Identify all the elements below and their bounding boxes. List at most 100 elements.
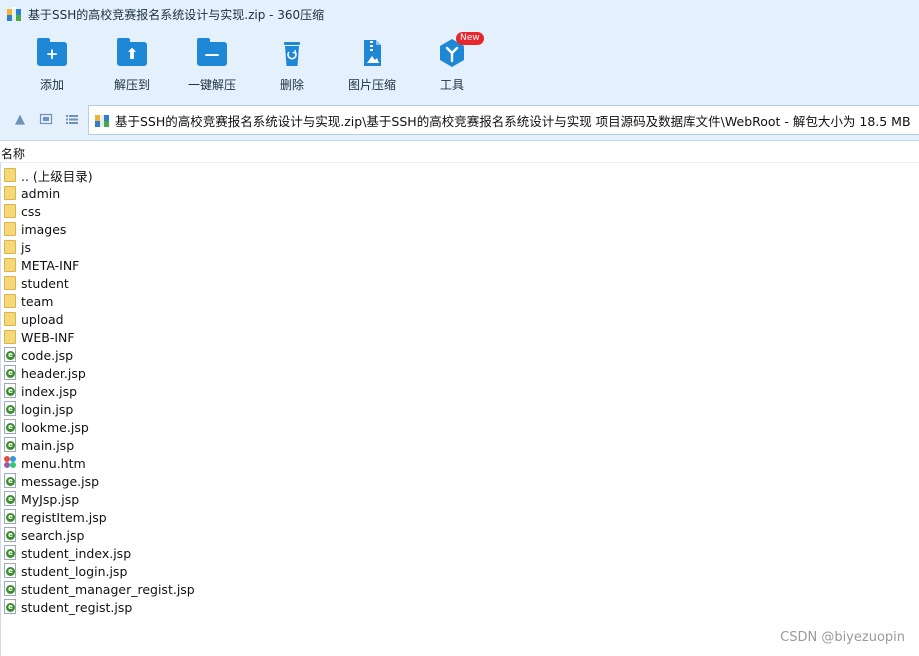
- zip-archive-icon: [94, 112, 110, 128]
- list-item[interactable]: admin: [3, 184, 603, 202]
- file-name: index.jsp: [21, 383, 78, 399]
- list-item[interactable]: e message.jsp: [3, 472, 603, 490]
- name-column-label: 名称: [1, 147, 26, 161]
- add-button-label: 添加: [39, 78, 64, 92]
- file-name: MyJsp.jsp: [21, 491, 80, 507]
- list-item[interactable]: e code.jsp: [3, 346, 603, 364]
- jsp-file-icon: e: [3, 581, 17, 597]
- one-click-extract-icon: —: [195, 36, 229, 70]
- file-name: META-INF: [21, 257, 80, 273]
- jsp-file-icon: e: [3, 437, 17, 453]
- tools-icon: New: [435, 32, 484, 70]
- file-name: menu.htm: [21, 455, 86, 471]
- file-name: student: [21, 275, 69, 291]
- jsp-file-icon: e: [3, 401, 17, 417]
- jsp-file-icon: e: [3, 509, 17, 525]
- folder-icon: [3, 239, 17, 255]
- file-name: login.jsp: [21, 401, 74, 417]
- folder-icon: [3, 185, 17, 201]
- list-item[interactable]: student: [3, 274, 603, 292]
- add-button[interactable]: + 添加: [17, 36, 87, 96]
- list-item[interactable]: e student_login.jsp: [3, 562, 603, 580]
- new-badge: New: [456, 32, 484, 45]
- jsp-file-icon: e: [3, 419, 17, 435]
- jsp-file-icon: e: [3, 563, 17, 579]
- image-compress-button[interactable]: 图片压缩: [337, 36, 407, 96]
- list-item[interactable]: e header.jsp: [3, 364, 603, 382]
- file-name: student_regist.jsp: [21, 599, 133, 615]
- file-name: js: [21, 239, 31, 255]
- file-name: admin: [21, 185, 61, 201]
- title-bar[interactable]: 基于SSH的高校竞赛报名系统设计与实现.zip - 360压缩: [0, 0, 919, 28]
- name-column-header[interactable]: 名称: [0, 142, 919, 163]
- extract-to-icon: ⬆: [115, 36, 149, 70]
- folder-icon: [3, 203, 17, 219]
- image-compress-icon: [355, 36, 389, 70]
- file-name: main.jsp: [21, 437, 75, 453]
- file-name: WEB-INF: [21, 329, 75, 345]
- file-name: css: [21, 203, 41, 219]
- list-item[interactable]: images: [3, 220, 603, 238]
- list-item[interactable]: e registItem.jsp: [3, 508, 603, 526]
- toolbar: + 添加 ⬆ 解压到 — 一键解压 删除 图片压缩 New 工具: [0, 28, 919, 100]
- file-name: student_manager_regist.jsp: [21, 581, 195, 597]
- list-item[interactable]: META-INF: [3, 256, 603, 274]
- folder-icon: [3, 221, 17, 237]
- list-item[interactable]: e index.jsp: [3, 382, 603, 400]
- list-item[interactable]: e search.jsp: [3, 526, 603, 544]
- folder-icon: [3, 257, 17, 273]
- extract-to-button[interactable]: ⬆ 解压到: [97, 36, 167, 96]
- list-item[interactable]: e lookme.jsp: [3, 418, 603, 436]
- list-item[interactable]: e MyJsp.jsp: [3, 490, 603, 508]
- file-name: upload: [21, 311, 64, 327]
- file-name: registItem.jsp: [21, 509, 107, 525]
- list-item[interactable]: e login.jsp: [3, 400, 603, 418]
- list-item[interactable]: js: [3, 238, 603, 256]
- address-bar: ▲ 基于SSH的高校竞赛报名系统设计与实现.zip\基于SSH的高校竞赛报名系统…: [0, 100, 919, 141]
- file-name: header.jsp: [21, 365, 86, 381]
- list-item[interactable]: WEB-INF: [3, 328, 603, 346]
- thumbnail-view-icon[interactable]: [38, 112, 54, 128]
- file-name: student_login.jsp: [21, 563, 128, 579]
- folder-icon: [3, 329, 17, 345]
- watermark: CSDN @biyezuopin: [780, 630, 905, 645]
- delete-button-label: 删除: [279, 78, 304, 92]
- list-item[interactable]: e student_regist.jsp: [3, 598, 603, 616]
- folder-icon: [3, 275, 17, 291]
- jsp-file-icon: e: [3, 365, 17, 381]
- extract-to-button-label: 解压到: [113, 78, 150, 92]
- list-item[interactable]: team: [3, 292, 603, 310]
- folder-icon: [3, 293, 17, 309]
- delete-button[interactable]: 删除: [257, 36, 327, 96]
- file-name: message.jsp: [21, 473, 100, 489]
- jsp-file-icon: e: [3, 383, 17, 399]
- html-file-icon: [3, 455, 17, 471]
- file-name: lookme.jsp: [21, 419, 89, 435]
- jsp-file-icon: e: [3, 491, 17, 507]
- folder-icon: [3, 167, 17, 183]
- list-item[interactable]: css: [3, 202, 603, 220]
- path-field[interactable]: 基于SSH的高校竞赛报名系统设计与实现.zip\基于SSH的高校竞赛报名系统设计…: [88, 105, 919, 135]
- jsp-file-icon: e: [3, 545, 17, 561]
- list-item[interactable]: .. (上级目录): [3, 166, 603, 184]
- tools-button-label: 工具: [439, 78, 464, 92]
- tools-button[interactable]: New 工具: [417, 32, 487, 96]
- list-left-border: [0, 162, 1, 656]
- file-name: images: [21, 221, 67, 237]
- list-item[interactable]: upload: [3, 310, 603, 328]
- list-item[interactable]: menu.htm: [3, 454, 603, 472]
- up-arrow-icon[interactable]: ▲: [12, 112, 28, 128]
- one-click-extract-button[interactable]: — 一键解压: [177, 36, 247, 96]
- jsp-file-icon: e: [3, 527, 17, 543]
- list-item[interactable]: e student_index.jsp: [3, 544, 603, 562]
- list-item[interactable]: e main.jsp: [3, 436, 603, 454]
- window-title: 基于SSH的高校竞赛报名系统设计与实现.zip - 360压缩: [28, 7, 325, 22]
- delete-icon: [275, 36, 309, 70]
- file-name: search.jsp: [21, 527, 85, 543]
- list-view-icon[interactable]: [64, 112, 80, 128]
- file-name: code.jsp: [21, 347, 74, 363]
- file-name: team: [21, 293, 54, 309]
- file-name: .. (上级目录): [21, 168, 93, 184]
- list-item[interactable]: e student_manager_regist.jsp: [3, 580, 603, 598]
- add-icon: +: [35, 36, 69, 70]
